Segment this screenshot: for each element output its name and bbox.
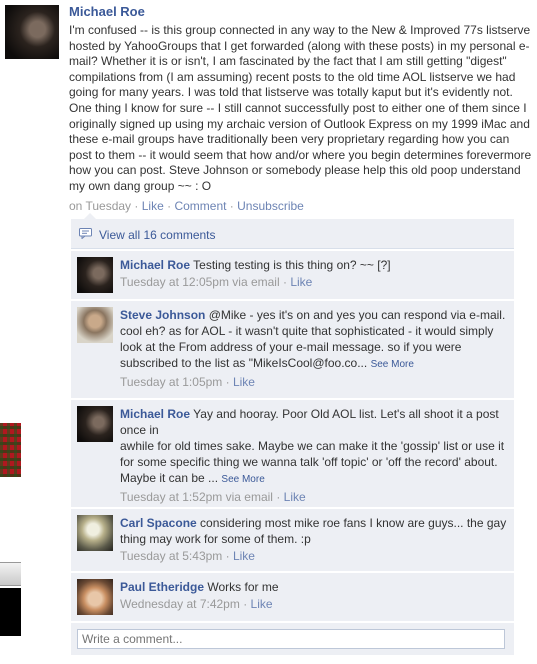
comment-author-link[interactable]: Carl Spacone [120, 516, 197, 530]
separator: · [276, 490, 281, 504]
like-link[interactable]: Like [233, 375, 255, 389]
comment-body: Michael Roe Yay and hooray. Poor Old AOL… [120, 406, 508, 505]
comment-bubble-icon [79, 228, 92, 240]
comments-nub [84, 213, 96, 219]
comment-link[interactable]: Comment [174, 199, 226, 213]
post-author-link[interactable]: Michael Roe [69, 4, 535, 20]
view-all-comments-row[interactable]: View all 16 comments [71, 213, 514, 249]
background-window-edge [0, 588, 21, 636]
comment-author-link[interactable]: Michael Roe [120, 407, 190, 421]
see-more-link[interactable]: See More [221, 474, 264, 485]
comment-meta: Tuesday at 12:05pm via email · Like [120, 274, 508, 290]
comment-meta: Tuesday at 1:05pm · Like [120, 374, 508, 390]
comment-timestamp[interactable]: Tuesday at 12:05pm via email [120, 275, 280, 289]
separator: · [282, 275, 287, 289]
comment-item: Michael Roe Yay and hooray. Poor Old AOL… [71, 398, 514, 507]
post-body: Michael Roe I'm confused -- is this grou… [69, 4, 535, 214]
avatar[interactable] [77, 307, 113, 343]
separator: · [167, 198, 172, 213]
comment-timestamp[interactable]: Tuesday at 5:43pm [120, 549, 222, 563]
avatar[interactable] [77, 257, 113, 293]
comment-author-link[interactable]: Paul Etheridge [120, 580, 204, 594]
comment-timestamp[interactable]: Tuesday at 1:52pm via email [120, 490, 273, 504]
post-meta: on Tuesday · Like · Comment · Unsubscrib… [69, 198, 535, 214]
comment-item: Steve Johnson @Mike - yes it's on and ye… [71, 299, 514, 398]
comment-item: Michael Roe Testing testing is this thin… [71, 249, 514, 299]
comments-section: View all 16 comments Michael Roe Testing… [71, 213, 514, 655]
unsubscribe-link[interactable]: Unsubscribe [237, 199, 304, 213]
post-text: I'm confused -- is this group connected … [69, 23, 532, 193]
comment-text: Testing testing is this thing on? ~~ [?] [193, 258, 391, 272]
comment-text: Works for me [207, 580, 279, 594]
comment-item: Carl Spacone considering most mike roe f… [71, 507, 514, 571]
like-link[interactable]: Like [290, 275, 312, 289]
comment-timestamp[interactable]: Tuesday at 1:05pm [120, 375, 222, 389]
avatar[interactable] [5, 5, 59, 59]
post-timestamp[interactable]: on Tuesday [69, 199, 131, 213]
like-link[interactable]: Like [142, 199, 164, 213]
separator: · [225, 549, 230, 563]
like-link[interactable]: Like [233, 549, 255, 563]
see-more-link[interactable]: See More [371, 359, 414, 370]
comment-body: Paul Etheridge Works for me Wednesday at… [120, 579, 508, 612]
avatar[interactable] [77, 406, 113, 442]
view-all-comments-link[interactable]: View all 16 comments [99, 228, 216, 242]
comment-timestamp[interactable]: Wednesday at 7:42pm [120, 597, 240, 611]
separator: · [243, 597, 248, 611]
comment-meta: Tuesday at 5:43pm · Like [120, 548, 508, 564]
comment-item: Paul Etheridge Works for me Wednesday at… [71, 571, 514, 621]
background-window-edge [0, 562, 21, 586]
write-comment-input[interactable] [77, 629, 505, 649]
comment-author-link[interactable]: Michael Roe [120, 258, 190, 272]
background-window-edge [0, 423, 21, 477]
write-comment-row [71, 621, 514, 655]
avatar[interactable] [77, 579, 113, 615]
comment-body: Carl Spacone considering most mike roe f… [120, 515, 508, 564]
comment-meta: Wednesday at 7:42pm · Like [120, 596, 508, 612]
like-link[interactable]: Like [251, 597, 273, 611]
like-link[interactable]: Like [284, 490, 306, 504]
comment-meta: Tuesday at 1:52pm via email · Like [120, 489, 508, 505]
separator: · [134, 198, 139, 213]
comment-author-link[interactable]: Steve Johnson [120, 308, 205, 322]
avatar[interactable] [77, 515, 113, 551]
comment-body: Michael Roe Testing testing is this thin… [120, 257, 508, 290]
separator: · [225, 375, 230, 389]
comment-text: awhile for old times sake. Maybe we can … [120, 439, 505, 485]
separator: · [229, 198, 234, 213]
comment-body: Steve Johnson @Mike - yes it's on and ye… [120, 307, 508, 390]
